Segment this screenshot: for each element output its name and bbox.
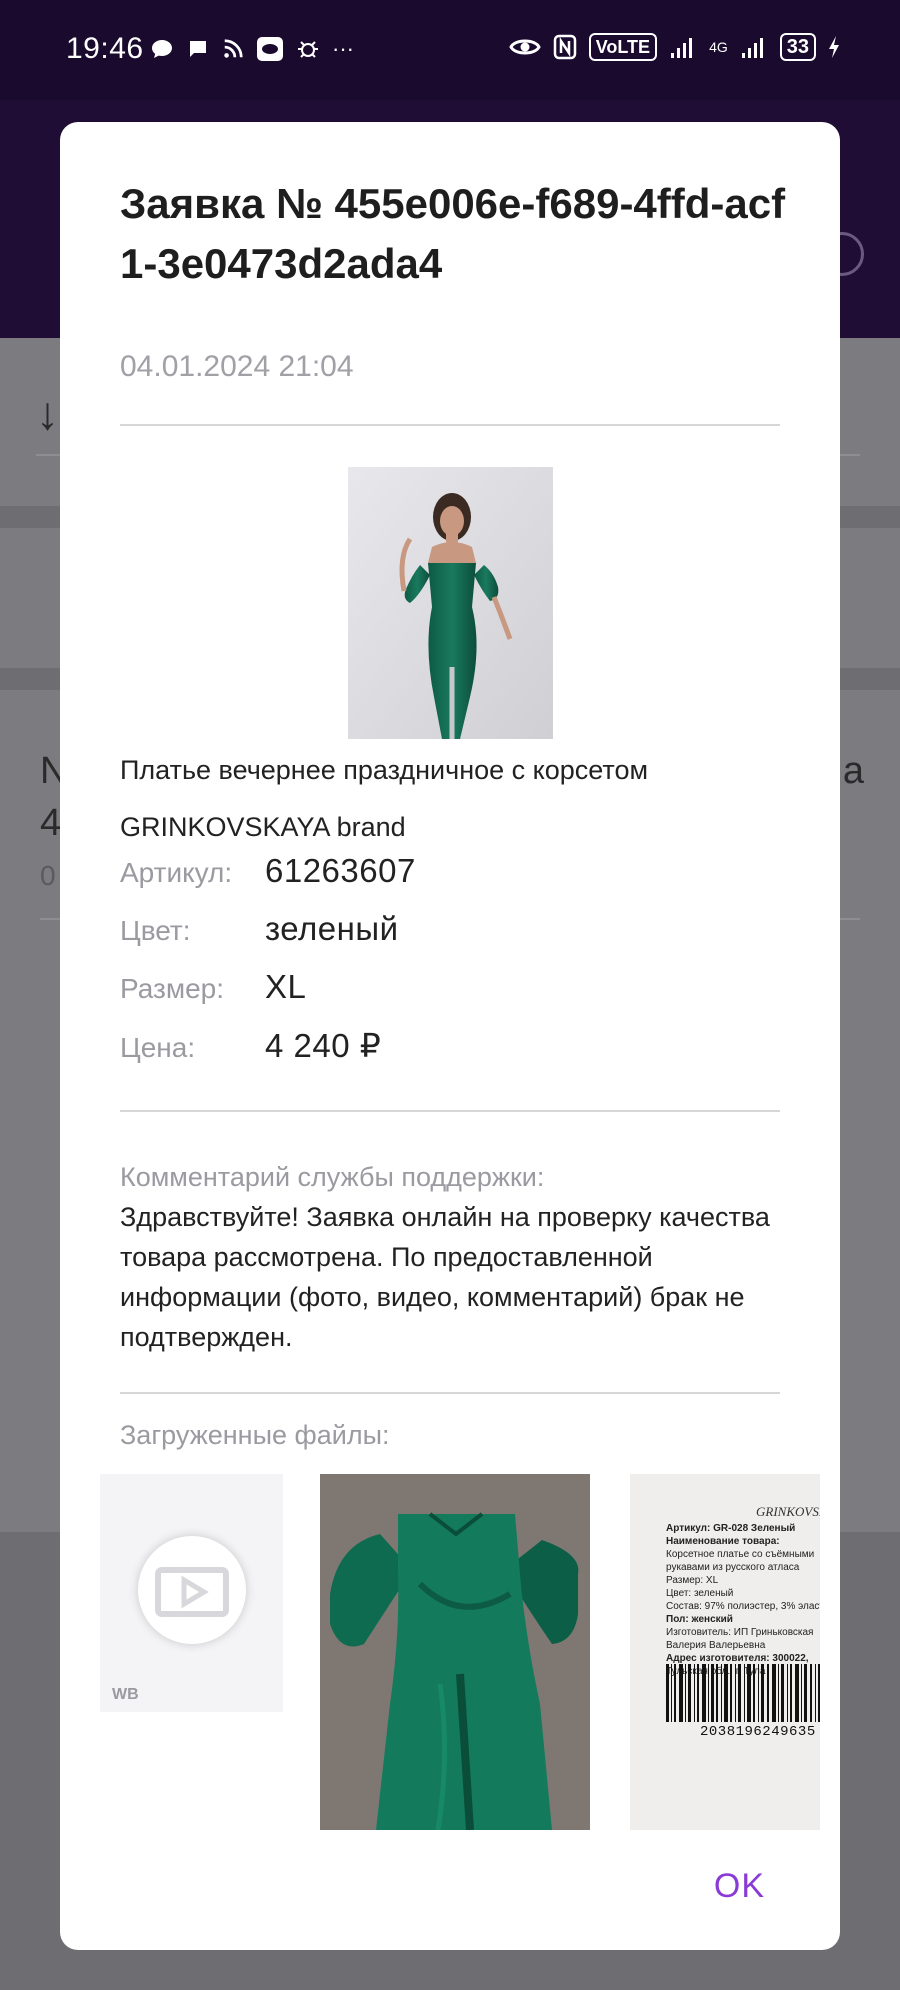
tag-line: Пол: женский (666, 1614, 733, 1625)
nfc-icon (553, 34, 576, 60)
uploaded-photo-dress[interactable] (320, 1474, 590, 1830)
tag-line: Артикул: GR-028 Зеленый (666, 1523, 796, 1534)
request-title: Заявка № 455e006e-f689-4ffd-acf1-3e0473d… (120, 180, 786, 287)
signal-icon (671, 38, 693, 58)
bg-side-fragment: a (842, 750, 864, 792)
tag-line: Наименование товара: (666, 1536, 780, 1547)
attr-key: Артикул: (120, 857, 233, 888)
play-video-glyph (155, 1567, 229, 1617)
tag-line: Цвет: зеленый (666, 1588, 734, 1599)
request-date: 04.01.2024 21:04 (120, 350, 354, 383)
uploaded-video-thumbnail[interactable]: WB (100, 1474, 283, 1712)
app-icon (257, 37, 283, 61)
status-time: 19:46 (66, 32, 144, 65)
divider (120, 1110, 780, 1112)
support-comment-label: Комментарий службы поддержки: (120, 1162, 545, 1192)
product-name: Платье вечернее праздничное с корсетом G… (120, 755, 649, 842)
attr-value: XL (265, 968, 307, 1005)
message-icon (190, 41, 206, 57)
play-video-icon[interactable] (138, 1536, 246, 1644)
system-icons: VoLTE 4G 33 (509, 33, 840, 61)
product-photo-art (348, 467, 553, 739)
uploaded-files-label: Загруженные файлы: (120, 1420, 390, 1450)
uploaded-photo-dress-art (320, 1474, 590, 1830)
bg-number-fragment: 4 (40, 802, 62, 844)
barcode-number: 2038196249635 (700, 1724, 816, 1740)
attr-key: Размер: (120, 973, 225, 1004)
attr-article: Артикул: 61263607 (120, 852, 416, 890)
tag-line: Корсетное платье со съёмными (666, 1549, 815, 1560)
attr-value: 4 240 ₽ (265, 1027, 382, 1064)
tag-line: Изготовитель: ИП Гриньковская (666, 1627, 814, 1638)
volte-icon: VoLTE (588, 33, 658, 61)
attr-key: Цена: (120, 1032, 196, 1063)
attr-value: зеленый (265, 910, 399, 947)
product-photo[interactable] (348, 467, 553, 739)
attr-color: Цвет: зеленый (120, 910, 399, 948)
ok-button[interactable]: OK (714, 1867, 765, 1906)
divider (120, 424, 780, 426)
support-comment-text: Здравствуйте! Заявка онлайн на проверку … (120, 1202, 770, 1352)
rss-icon (224, 39, 243, 58)
tag-line: Состав: 97% полиэстер, 3% эластан (666, 1601, 820, 1612)
request-details-dialog: Заявка № 455e006e-f689-4ffd-acf1-3e0473d… (60, 122, 840, 1950)
charging-icon (829, 36, 839, 58)
battery-icon: 33 (779, 33, 816, 61)
bug-icon (298, 41, 318, 58)
chat-bubble-icon (152, 40, 172, 58)
signal-icon-2 (741, 38, 763, 58)
more-icon: ··· (332, 36, 354, 61)
sort-icon: ↓ (36, 387, 59, 439)
status-bar: 19:46 ··· VoLTE 4G 33 (0, 0, 900, 100)
tag-line: Размер: XL (666, 1575, 719, 1586)
tag-text: Артикул: GR-028 Зеленый Наименование тов… (666, 1522, 820, 1678)
attr-size: Размер: XL (120, 968, 306, 1006)
eye-icon (509, 39, 541, 55)
divider (120, 1392, 780, 1394)
notification-icons: ··· (150, 36, 354, 62)
tag-line: рукавами из русского атласа (666, 1562, 800, 1573)
uploaded-photo-label[interactable]: GRINKOVSKAYA Артикул: GR-028 Зеленый Наи… (630, 1474, 820, 1830)
attr-key: Цвет: (120, 915, 191, 946)
wb-watermark: WB (112, 1686, 139, 1703)
network-type-icon: 4G (709, 39, 728, 55)
tag-brand: GRINKOVSKAYA (756, 1504, 820, 1519)
barcode-graphic (666, 1664, 820, 1722)
bg-date-fragment: 0 (40, 860, 56, 891)
tag-line: Валерия Валерьевна (666, 1640, 766, 1651)
attr-value: 61263607 (265, 852, 416, 889)
attr-price: Цена: 4 240 ₽ (120, 1026, 381, 1065)
